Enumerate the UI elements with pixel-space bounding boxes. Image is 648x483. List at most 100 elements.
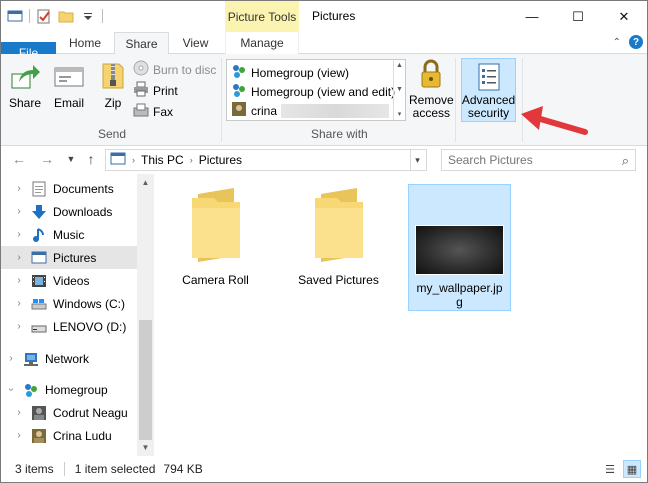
maximize-button[interactable]: ☐ xyxy=(555,1,601,32)
qat-divider xyxy=(29,9,30,23)
nav-scrollbar[interactable]: ▲ ▼ xyxy=(137,174,154,456)
advanced-security-button[interactable]: Advanced security xyxy=(461,58,516,122)
group-divider xyxy=(455,58,456,142)
file-name: Saved Pictures xyxy=(298,273,379,287)
nav-item-label: Windows (C:) xyxy=(53,296,126,311)
nav-item-documents[interactable]: › Documents xyxy=(1,177,137,200)
printer-icon xyxy=(133,81,149,100)
expand-chevron-icon[interactable]: › xyxy=(13,252,25,263)
advanced-security-label-2: security xyxy=(467,106,510,120)
nav-item-label: Downloads xyxy=(53,204,113,219)
homegroup-icon xyxy=(23,382,39,398)
burn-to-disc-button[interactable]: Burn to disc xyxy=(133,60,216,79)
nav-item-label: Videos xyxy=(53,273,90,288)
nav-item-label: Pictures xyxy=(53,250,97,265)
item-count: 3 items xyxy=(15,462,54,476)
folder-camera-roll[interactable]: Camera Roll xyxy=(164,184,267,287)
scrollbar-thumb[interactable] xyxy=(139,320,152,440)
up-button[interactable]: ↑ xyxy=(83,151,99,167)
properties-icon[interactable] xyxy=(36,8,52,24)
homegroup-icon xyxy=(231,82,247,101)
new-folder-icon[interactable] xyxy=(58,8,74,24)
search-icon[interactable]: ⌕ xyxy=(622,153,629,169)
qat-dropdown-icon[interactable] xyxy=(80,8,96,24)
window-icon[interactable] xyxy=(7,8,23,24)
tab-view[interactable]: View xyxy=(172,32,219,54)
share-list-scroller[interactable]: ▲ ▼ ▾ xyxy=(393,60,405,120)
nav-item-codrut-neagu[interactable]: › Codrut Neagu xyxy=(1,401,137,424)
user-avatar-icon xyxy=(231,101,247,120)
nav-item-label: Homegroup xyxy=(45,382,108,397)
refresh-button[interactable] xyxy=(411,149,433,171)
share-homegroup-view-label: Homegroup (view) xyxy=(251,65,350,80)
redacted-email xyxy=(281,103,390,118)
nav-item-network[interactable]: › Network xyxy=(1,347,137,370)
expand-chevron-icon[interactable]: › xyxy=(13,183,25,194)
collapse-chevron-icon[interactable]: › xyxy=(6,384,17,396)
folder-saved-pictures[interactable]: Saved Pictures xyxy=(287,184,390,287)
close-button[interactable]: ✕ xyxy=(601,1,647,32)
forward-button[interactable]: → xyxy=(39,151,55,167)
expand-chevron-icon[interactable]: › xyxy=(13,229,25,240)
collapse-ribbon-icon[interactable]: ⌃ xyxy=(613,37,621,48)
remove-access-label-2: access xyxy=(412,106,451,120)
breadcrumb-this-pc[interactable]: This PC xyxy=(141,153,184,167)
annotation-arrow-icon xyxy=(521,106,588,135)
file-name-line-2: g xyxy=(456,295,463,309)
tab-home[interactable]: Home xyxy=(59,32,111,54)
print-button[interactable]: Print xyxy=(133,81,178,100)
details-view-button[interactable]: ☰ xyxy=(601,460,619,478)
search-input[interactable] xyxy=(441,149,636,171)
nav-item-windows-drive[interactable]: › Windows (C:) xyxy=(1,292,137,315)
file-list: Camera Roll Saved Pictures my_wallpaper.… xyxy=(154,174,647,456)
user-avatar-icon xyxy=(31,428,47,444)
scroll-down-icon[interactable]: ▼ xyxy=(396,86,403,93)
window-controls: — ☐ ✕ xyxy=(509,1,647,32)
file-my-wallpaper[interactable]: my_wallpaper.jp g xyxy=(408,184,511,311)
tab-manage[interactable]: Manage xyxy=(225,32,299,54)
pictures-icon xyxy=(31,250,47,266)
minimize-button[interactable]: — xyxy=(509,1,555,32)
scroll-up-icon[interactable]: ▲ xyxy=(137,174,154,191)
address-bar[interactable]: › This PC › Pictures xyxy=(105,149,411,171)
nav-item-homegroup[interactable]: › Homegroup xyxy=(1,378,137,401)
details-view-icon: ☰ xyxy=(605,463,615,476)
email-button[interactable]: Email xyxy=(53,60,85,110)
large-icons-view-button[interactable]: ▦ xyxy=(623,460,641,478)
nav-item-crina-ludu[interactable]: › Crina Ludu xyxy=(1,424,137,447)
share-homegroup-view-edit[interactable]: Homegroup (view and edit) xyxy=(231,82,395,101)
selection-size: 794 KB xyxy=(163,462,203,476)
fax-button[interactable]: Fax xyxy=(133,102,173,121)
recent-locations-button[interactable]: ▼ xyxy=(63,151,79,167)
nav-item-pictures[interactable]: › Pictures xyxy=(1,246,137,269)
nav-item-downloads[interactable]: › Downloads xyxy=(1,200,137,223)
nav-item-label: Network xyxy=(45,351,90,366)
expand-chevron-icon[interactable]: › xyxy=(13,206,25,217)
expand-chevron-icon[interactable]: › xyxy=(5,353,17,364)
share-user-crina[interactable]: crina xyxy=(231,101,390,120)
nav-item-music[interactable]: › Music xyxy=(1,223,137,246)
expand-chevron-icon[interactable]: › xyxy=(13,275,25,286)
back-button[interactable]: ← xyxy=(11,151,27,167)
share-homegroup-view[interactable]: Homegroup (view) xyxy=(231,63,349,82)
nav-item-lenovo-drive[interactable]: › LENOVO (D:) xyxy=(1,315,137,338)
explorer-window: Picture Tools Pictures — ☐ ✕ File Home S… xyxy=(0,0,648,483)
expand-chevron-icon[interactable]: › xyxy=(13,430,25,441)
zip-button[interactable]: Zip xyxy=(97,60,129,110)
help-icon[interactable]: ? xyxy=(629,35,643,49)
tab-share[interactable]: Share xyxy=(114,32,169,55)
breadcrumb-pictures[interactable]: Pictures xyxy=(199,153,242,167)
expand-chevron-icon[interactable]: › xyxy=(13,321,25,332)
email-label: Email xyxy=(53,96,84,110)
expand-chevron-icon[interactable]: › xyxy=(13,298,25,309)
disc-icon xyxy=(133,60,149,79)
expand-icon[interactable]: ▾ xyxy=(398,110,402,118)
scroll-down-icon[interactable]: ▼ xyxy=(137,439,154,456)
expand-chevron-icon[interactable]: › xyxy=(13,407,25,418)
image-thumbnail xyxy=(415,225,504,275)
scroll-up-icon[interactable]: ▲ xyxy=(396,62,403,69)
share-button[interactable]: Share xyxy=(9,60,41,110)
nav-item-videos[interactable]: › Videos xyxy=(1,269,137,292)
share-with-list[interactable]: Homegroup (view) Homegroup (view and edi… xyxy=(226,59,406,121)
remove-access-button[interactable]: Remove access xyxy=(409,58,454,120)
